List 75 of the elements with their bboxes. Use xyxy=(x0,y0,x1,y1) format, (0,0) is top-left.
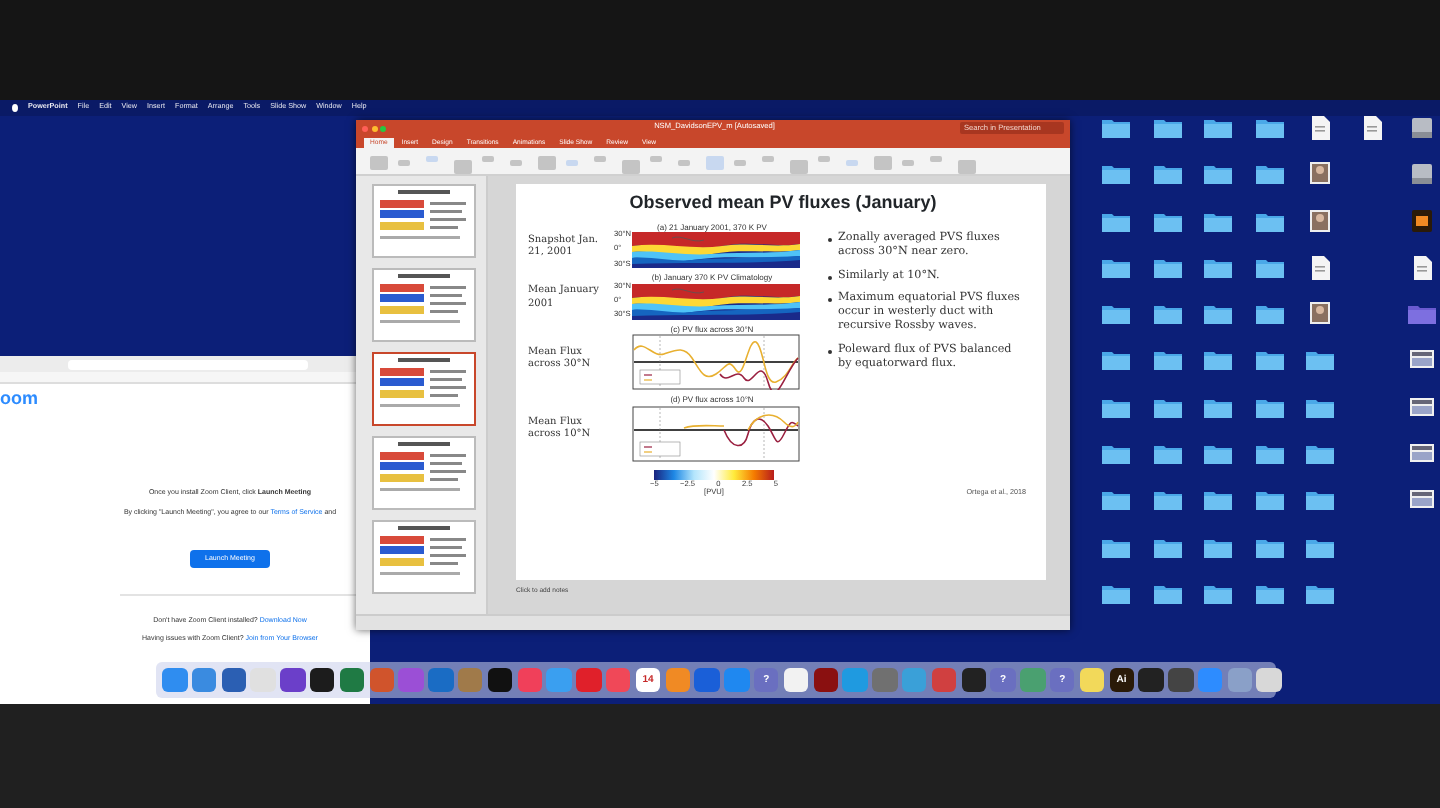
app-icon[interactable] xyxy=(1256,667,1282,693)
screenshot-icon[interactable] xyxy=(1408,488,1436,513)
folder-icon[interactable] xyxy=(1102,302,1130,327)
app-icon[interactable] xyxy=(1408,209,1436,234)
folder-icon[interactable] xyxy=(1153,488,1181,513)
screenshot-icon[interactable] xyxy=(1408,395,1436,420)
slide-thumbnail[interactable] xyxy=(372,184,476,258)
folder-icon[interactable] xyxy=(1204,255,1232,280)
folder-icon[interactable] xyxy=(1102,581,1130,606)
slide-thumbnail[interactable] xyxy=(372,352,476,426)
colorbar xyxy=(654,469,774,480)
folder-icon[interactable] xyxy=(1102,162,1130,187)
slide-thumbnail[interactable] xyxy=(372,268,476,342)
folder-icon[interactable] xyxy=(1255,581,1283,606)
folder-icon[interactable] xyxy=(1153,395,1181,420)
folder-icon[interactable] xyxy=(1255,302,1283,327)
folder-icon[interactable] xyxy=(1306,348,1334,373)
folder-icon[interactable] xyxy=(1255,116,1283,140)
folder-icon[interactable] xyxy=(1153,302,1181,327)
folder-icon[interactable] xyxy=(1204,116,1232,140)
folder-icon[interactable] xyxy=(1255,162,1283,187)
folder-icon[interactable] xyxy=(1255,395,1283,420)
drive-icon[interactable] xyxy=(1408,162,1436,187)
folder-icon[interactable] xyxy=(1153,581,1181,606)
folder-icon[interactable] xyxy=(1153,442,1181,467)
image-icon[interactable] xyxy=(1306,162,1334,187)
folder-icon[interactable] xyxy=(1153,209,1181,234)
folder-icon[interactable] xyxy=(1153,162,1181,187)
folder-icon[interactable] xyxy=(1255,255,1283,280)
folder-icon[interactable] xyxy=(1153,348,1181,373)
image-icon[interactable] xyxy=(1306,302,1334,327)
folder-icon[interactable] xyxy=(1255,535,1283,560)
document-icon[interactable] xyxy=(1408,255,1436,280)
folder-icon[interactable] xyxy=(1102,116,1130,140)
folder-icon[interactable] xyxy=(1153,535,1181,560)
folder-icon[interactable] xyxy=(1102,535,1130,560)
folder-icon[interactable] xyxy=(1204,209,1232,234)
address-field[interactable] xyxy=(68,359,308,369)
slide-thumbnail[interactable] xyxy=(372,436,476,510)
folder-icon[interactable] xyxy=(1255,442,1283,467)
document-icon[interactable] xyxy=(1306,255,1334,280)
folder-icon[interactable] xyxy=(1306,581,1334,606)
apple-icon[interactable] xyxy=(12,104,18,112)
folder-icon[interactable] xyxy=(1204,395,1232,420)
drive-icon[interactable] xyxy=(1408,116,1436,140)
folder-icon[interactable] xyxy=(1204,442,1232,467)
screenshot-icon[interactable] xyxy=(1408,442,1436,467)
folder-icon[interactable] xyxy=(1204,348,1232,373)
folder-icon[interactable] xyxy=(1204,581,1232,606)
image-icon[interactable] xyxy=(1306,209,1334,234)
folder-icon[interactable] xyxy=(1153,116,1181,140)
folder-icon[interactable] xyxy=(1102,255,1130,280)
folder-icon[interactable] xyxy=(1306,488,1334,513)
folder-icon[interactable] xyxy=(1153,255,1181,280)
zoom-logo: oom xyxy=(0,390,40,408)
folder-icon[interactable] xyxy=(1255,488,1283,513)
slide-thumbnail[interactable] xyxy=(372,520,476,594)
screenshot-icon[interactable] xyxy=(1408,348,1436,373)
folder-icon[interactable] xyxy=(1306,395,1334,420)
folder-icon[interactable] xyxy=(1306,442,1334,467)
slide-title: Observed mean PV fluxes (January) xyxy=(627,194,939,212)
folder-icon[interactable] xyxy=(1102,348,1130,373)
folder-icon[interactable] xyxy=(1204,535,1232,560)
folder-icon[interactable] xyxy=(1204,488,1232,513)
folder-icon[interactable] xyxy=(1204,302,1232,327)
folder-icon[interactable] xyxy=(1102,395,1130,420)
folder-icon[interactable] xyxy=(1102,442,1130,467)
folder-icon[interactable] xyxy=(1255,209,1283,234)
folder-icon[interactable] xyxy=(1102,209,1130,234)
folder-icon[interactable] xyxy=(1255,348,1283,373)
folder-icon[interactable] xyxy=(1408,302,1436,327)
folder-icon[interactable] xyxy=(1306,535,1334,560)
folder-icon[interactable] xyxy=(1102,488,1130,513)
document-icon[interactable] xyxy=(1306,116,1334,140)
folder-icon[interactable] xyxy=(1204,162,1232,187)
